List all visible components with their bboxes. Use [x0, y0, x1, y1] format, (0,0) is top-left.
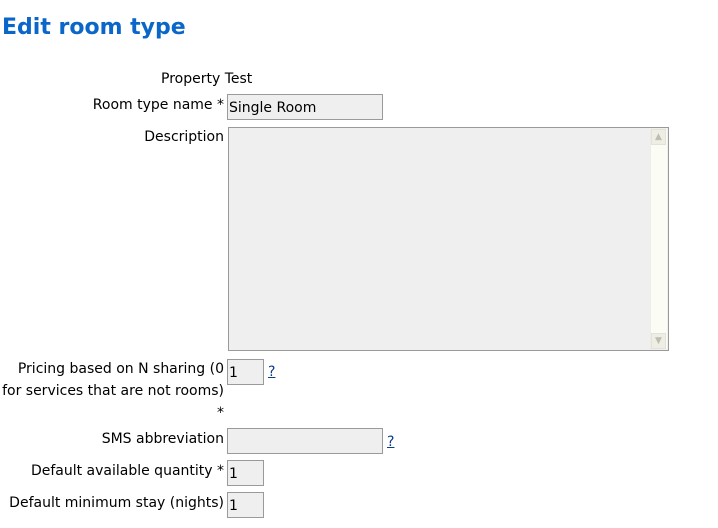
default-minimum-stay-input[interactable]: [227, 492, 264, 518]
room-type-name-input[interactable]: [227, 94, 383, 120]
default-available-quantity-label: Default available quantity *: [30, 463, 224, 479]
chevron-down-icon[interactable]: ▼: [651, 333, 666, 349]
room-type-name-label: Room type name *: [92, 97, 224, 113]
sms-abbreviation-help-link[interactable]: ?: [387, 434, 394, 450]
pricing-sharing-label: Pricing based on N sharing (0 for servic…: [2, 361, 224, 421]
page-title: Edit room type: [2, 15, 186, 40]
property-label: Property: [161, 71, 221, 87]
property-field: Property Test: [161, 68, 252, 90]
pricing-sharing-input[interactable]: [227, 359, 264, 385]
pricing-sharing-help-link[interactable]: ?: [268, 364, 275, 380]
default-available-quantity-input[interactable]: [227, 460, 264, 486]
description-label: Description: [144, 129, 224, 145]
description-scrollbar[interactable]: ▲ ▼: [650, 129, 667, 349]
sms-abbreviation-label: SMS abbreviation: [101, 431, 224, 447]
default-minimum-stay-label: Default minimum stay (nights): [9, 495, 224, 511]
chevron-up-icon[interactable]: ▲: [651, 129, 666, 145]
property-value: Test: [224, 71, 253, 87]
description-textarea[interactable]: ▲ ▼: [228, 127, 669, 351]
sms-abbreviation-input[interactable]: [227, 428, 383, 454]
